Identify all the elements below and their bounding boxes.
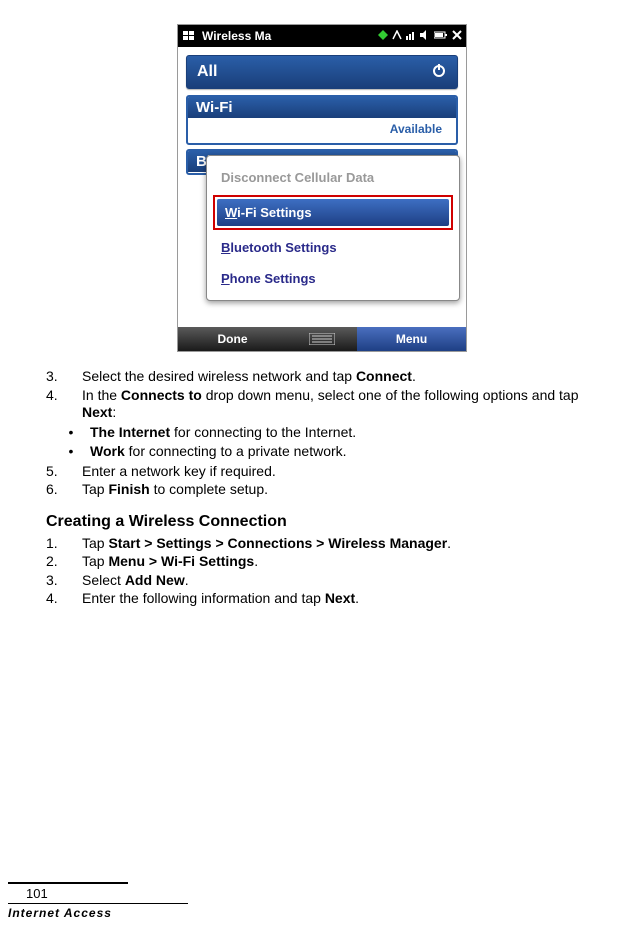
sync-icon: [378, 29, 388, 43]
all-row[interactable]: All: [186, 55, 458, 89]
step-c1: 1. Tap Start > Settings > Connections > …: [46, 535, 600, 553]
softkey-done[interactable]: Done: [178, 332, 287, 346]
softkey-bar: Done Menu: [178, 327, 466, 351]
step-4: 4. In the Connects to drop down menu, se…: [46, 387, 600, 422]
all-label: All: [197, 63, 217, 81]
wifi-row[interactable]: Wi-Fi Available: [186, 95, 458, 145]
power-icon: [431, 62, 447, 83]
menu-item-wifi-settings[interactable]: Wi-Fi Settings: [213, 195, 453, 230]
wifi-label: Wi-Fi: [188, 97, 456, 118]
page-number: 101: [26, 886, 644, 901]
battery-icon: [434, 29, 448, 43]
close-icon[interactable]: [452, 29, 462, 43]
keyboard-icon[interactable]: [287, 333, 357, 345]
signal-icon: [406, 29, 416, 43]
wifi-status: Available: [188, 118, 456, 138]
footer-section-label: Internet Access: [8, 906, 644, 920]
step-c3: 3. Select Add New.: [46, 572, 600, 590]
volume-icon: [420, 29, 430, 43]
status-bar: Wireless Ma: [178, 25, 466, 47]
step-c4: 4. Enter the following information and t…: [46, 590, 600, 608]
menu-item-disconnect-cellular: Disconnect Cellular Data: [211, 162, 455, 193]
section-heading: Creating a Wireless Connection: [46, 513, 600, 531]
instruction-text: 3. Select the desired wireless network a…: [0, 362, 600, 608]
page-footer: 101 Internet Access: [0, 882, 644, 920]
step-5: 5. Enter a network key if required.: [46, 463, 600, 481]
bullet-work: • Work for connecting to a private netwo…: [68, 443, 600, 461]
statusbar-title: Wireless Ma: [202, 29, 271, 43]
windows-icon: [182, 29, 196, 43]
bullet-internet: • The Internet for connecting to the Int…: [68, 424, 600, 442]
menu-item-phone-settings[interactable]: Phone Settings: [211, 263, 455, 294]
network-icon: [392, 29, 402, 43]
softkey-menu[interactable]: Menu: [357, 327, 466, 351]
step-c2: 2. Tap Menu > Wi-Fi Settings.: [46, 553, 600, 571]
menu-item-bluetooth-settings[interactable]: Bluetooth Settings: [211, 232, 455, 263]
context-menu: Disconnect Cellular Data Wi-Fi Settings …: [206, 155, 460, 301]
device-screenshot: Wireless Ma All Wi-Fi Available: [177, 24, 467, 352]
step-3: 3. Select the desired wireless network a…: [46, 368, 600, 386]
step-6: 6. Tap Finish to complete setup.: [46, 481, 600, 499]
